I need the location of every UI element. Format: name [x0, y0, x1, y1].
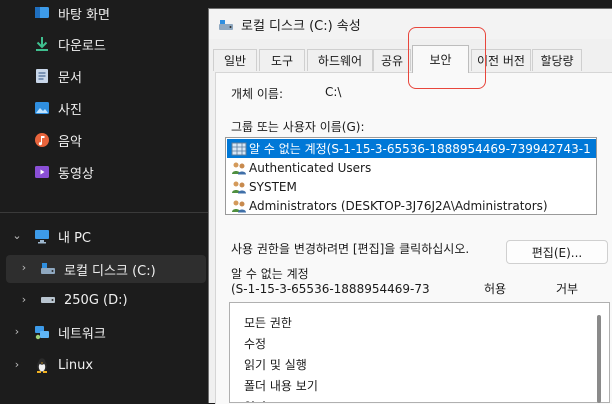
nav-item-desktop[interactable]: 바탕 화면	[34, 0, 110, 26]
list-item[interactable]: 알 수 없는 계정(S-1-15-3-65536-1888954469-7399…	[227, 139, 596, 158]
nav-item-downloads[interactable]: 다운로드	[34, 31, 106, 57]
tab-hardware[interactable]: 하드웨어	[307, 49, 373, 71]
group-list-label: 그룹 또는 사용자 이름(G):	[231, 120, 365, 134]
dialog-title: 로컬 디스크 (C:) 속성	[241, 19, 361, 34]
tab-sharing[interactable]: 공유	[373, 49, 411, 71]
user-group-list[interactable]: 알 수 없는 계정(S-1-15-3-65536-1888954469-7399…	[225, 137, 597, 215]
nav-item-label: 다운로드	[58, 38, 106, 54]
permission-item: 폴더 내용 보기	[244, 379, 318, 393]
nav-item-drive-c[interactable]: 로컬 디스크 (C:)	[40, 256, 156, 282]
object-name-label: 개체 이름:	[231, 87, 284, 101]
desktop-icon	[34, 5, 50, 21]
permissions-scrollbar[interactable]	[597, 315, 601, 403]
nav-item-music[interactable]: 음악	[34, 127, 82, 153]
chevron-right-icon[interactable]: ›	[17, 293, 31, 306]
nav-item-label: 250G (D:)	[64, 292, 128, 308]
list-item[interactable]: SYSTEM	[227, 177, 596, 196]
nav-item-label: 내 PC	[58, 230, 92, 246]
nav-item-label: 로컬 디스크 (C:)	[64, 263, 156, 279]
list-item[interactable]: Authenticated Users	[227, 158, 596, 177]
chevron-right-icon[interactable]: ›	[10, 358, 24, 371]
nav-item-this-pc[interactable]: 내 PC	[34, 223, 91, 249]
nav-item-videos[interactable]: 동영상	[34, 159, 94, 185]
tab-general[interactable]: 일반	[213, 49, 257, 71]
deny-column-header: 거부	[556, 282, 579, 296]
nav-item-network[interactable]: 네트워크	[34, 319, 106, 345]
music-icon	[34, 132, 50, 148]
nav-item-linux[interactable]: Linux	[34, 352, 93, 378]
local-disk-icon	[218, 17, 234, 30]
list-item-label: Authenticated Users	[249, 160, 372, 175]
document-icon	[34, 68, 50, 84]
edit-hint-text: 사용 권한을 변경하려면 [편집]을 클릭하십시오.	[231, 242, 470, 256]
nav-item-label: 사진	[58, 102, 82, 118]
pictures-icon	[34, 100, 50, 116]
users-group-icon	[232, 162, 246, 174]
nav-item-drive-d[interactable]: 250G (D:)	[40, 287, 128, 313]
allow-column-header: 허용	[484, 282, 507, 296]
nav-item-documents[interactable]: 문서	[34, 63, 82, 89]
users-group-icon	[232, 181, 246, 193]
permission-item: 읽기 및 실행	[244, 358, 307, 372]
users-group-icon	[232, 200, 246, 212]
computer-icon	[34, 228, 50, 244]
nav-item-label: 동영상	[58, 166, 94, 182]
tab-quota[interactable]: 할당량	[532, 49, 582, 71]
network-icon	[34, 324, 50, 340]
nav-item-label: 음악	[58, 134, 82, 150]
nav-divider	[0, 212, 208, 213]
permissions-for-sid: (S-1-15-3-65536-1888954469-73	[231, 282, 430, 296]
tab-security[interactable]: 보안	[412, 45, 469, 73]
list-item-label: Administrators (DESKTOP-3J76J2A\Administ…	[249, 198, 548, 213]
download-icon	[34, 36, 50, 52]
linux-penguin-icon	[34, 357, 50, 373]
local-disk-icon	[40, 261, 56, 277]
list-item-label: SYSTEM	[249, 179, 297, 194]
unknown-account-icon	[231, 142, 247, 155]
list-item-label: 알 수 없는 계정(S-1-15-3-65536-1888954469-7399…	[249, 142, 591, 156]
object-name-value: C:\	[325, 85, 342, 99]
edit-button[interactable]: 편집(E)...	[506, 240, 608, 264]
navigation-pane: 바탕 화면 다운로드 문서 사진 음악 동영상 ⌄ 내 PC › 로컬 디스크 …	[0, 0, 208, 402]
permission-item: 읽기	[244, 398, 266, 402]
nav-item-label: 네트워크	[58, 326, 106, 342]
permissions-for-label: 알 수 없는 계정	[231, 267, 309, 281]
chevron-right-icon[interactable]: ›	[17, 261, 31, 274]
tab-tools[interactable]: 도구	[259, 49, 305, 71]
permission-item: 수정	[244, 337, 267, 351]
chevron-down-icon[interactable]: ⌄	[10, 229, 24, 242]
permissions-list: 모든 권한 수정 읽기 및 실행 폴더 내용 보기 읽기	[229, 302, 610, 403]
nav-item-label: 문서	[58, 70, 82, 86]
nav-item-pictures[interactable]: 사진	[34, 95, 82, 121]
chevron-right-icon[interactable]: ›	[10, 325, 24, 338]
nav-item-label: Linux	[58, 357, 94, 373]
drive-icon	[40, 292, 56, 308]
video-icon	[34, 164, 50, 180]
nav-item-label: 바탕 화면	[58, 7, 110, 23]
list-item[interactable]: Administrators (DESKTOP-3J76J2A\Administ…	[227, 196, 596, 214]
permission-item: 모든 권한	[244, 316, 292, 330]
